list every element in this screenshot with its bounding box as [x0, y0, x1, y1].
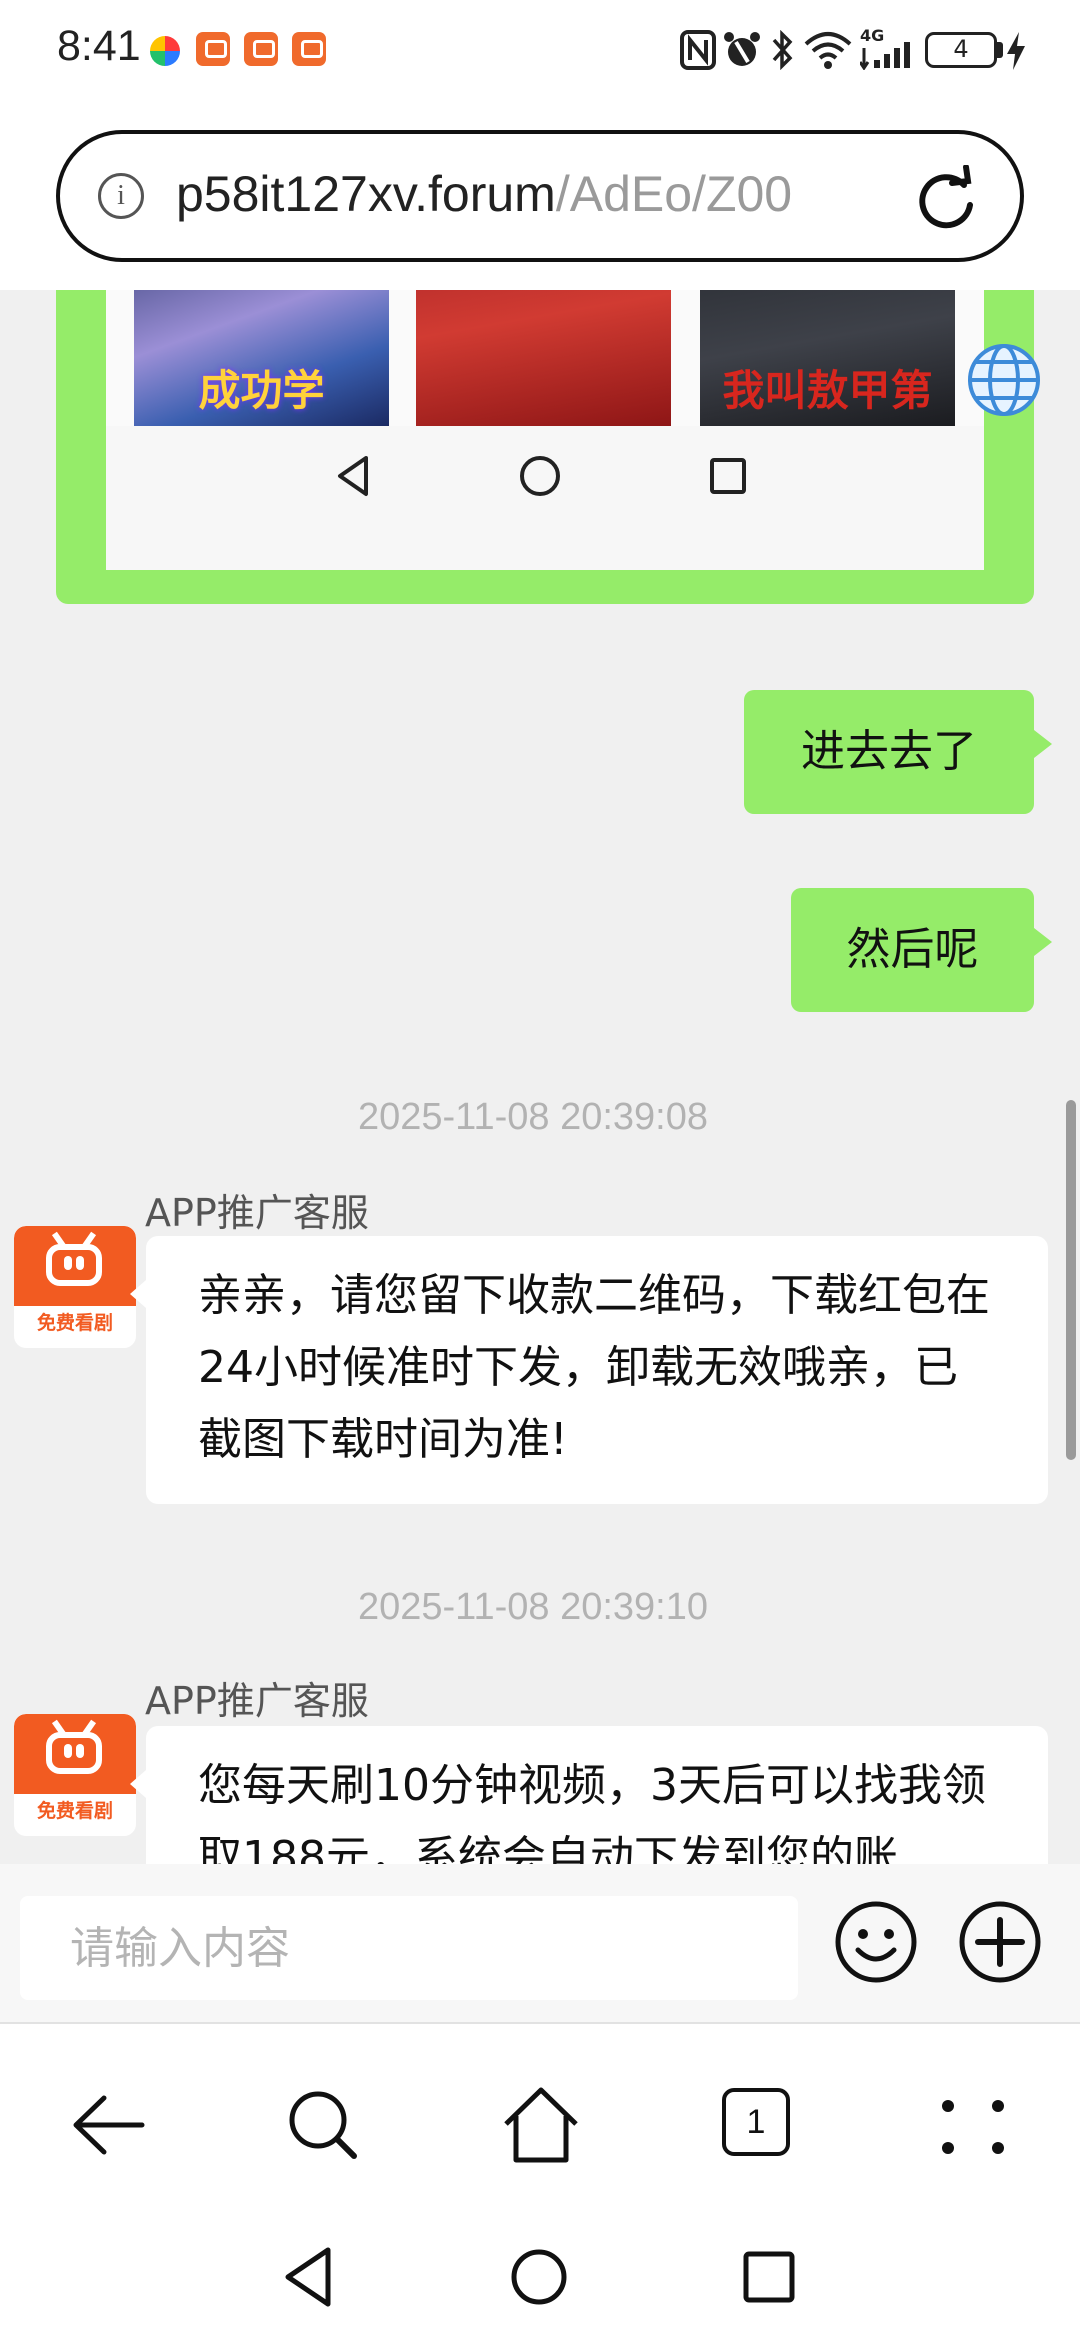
poster-thumbnail: 成功学: [134, 290, 389, 426]
poster-thumbnail: [416, 290, 671, 426]
sender-name: APP推广客服: [145, 1191, 369, 1235]
sent-message-bubble[interactable]: 然后呢: [791, 888, 1052, 1012]
url-text[interactable]: p58it127xv.forum/AdEo/Z00: [176, 165, 792, 223]
avatar[interactable]: 免费看剧: [14, 1714, 136, 1836]
app-notification-icon: [196, 32, 230, 66]
home-icon[interactable]: [496, 2080, 586, 2170]
status-clock: 8:41: [57, 22, 141, 70]
wifi-icon: [804, 32, 852, 69]
battery-icon: 4: [925, 32, 997, 68]
charging-icon: [1007, 32, 1025, 70]
add-attachment-icon[interactable]: [958, 1900, 1042, 1984]
site-info-icon[interactable]: i: [98, 173, 144, 219]
alarm-icon: [724, 32, 760, 66]
message-timestamp: 2025-11-08 20:39:08: [357, 1096, 709, 1138]
back-arrow-icon[interactable]: [64, 2080, 154, 2170]
tv-logo-icon: [14, 1226, 136, 1306]
message-input[interactable]: [20, 1896, 798, 2000]
poster-title: 我叫敖甲第: [722, 366, 933, 415]
tv-logo-icon: [14, 1714, 136, 1794]
sent-message-bubble[interactable]: 进去去了: [744, 690, 1052, 814]
system-recents-icon[interactable]: [734, 2242, 804, 2312]
recents-nav-icon: [710, 458, 746, 494]
back-nav-icon: [338, 456, 368, 496]
poster-thumbnail: 我叫敖甲第: [700, 290, 955, 426]
cellular-signal-icon: [860, 42, 910, 70]
search-icon[interactable]: [278, 2080, 368, 2170]
url-host: p58it127xv.forum: [176, 166, 556, 222]
avatar-label: 免费看剧: [36, 1312, 113, 1334]
received-message-bubble[interactable]: 您每天刷10分钟视频，3天后可以找我领取188元，系统会自动下发到您的账: [130, 1726, 1048, 1864]
poster-title: 成功学: [198, 366, 325, 415]
sender-name: APP推广客服: [145, 1679, 369, 1723]
more-menu-icon[interactable]: [928, 2080, 1018, 2170]
tabs-button[interactable]: 1: [722, 2088, 790, 2156]
system-back-icon[interactable]: [274, 2242, 344, 2312]
system-home-icon[interactable]: [504, 2242, 574, 2312]
avatar-label: 免费看剧: [36, 1800, 113, 1822]
app-notification-icon: [244, 32, 278, 66]
received-message-bubble[interactable]: 亲亲，请您留下收款二维码，下载红包在24小时候准时下发，卸载无效哦亲，已截图下载…: [130, 1236, 1048, 1504]
battery-tip: [997, 42, 1003, 58]
quoted-nav-bar: [106, 426, 984, 570]
app-notification-icon: [150, 36, 180, 66]
screen: 8:41 4G 4 i p58it127xv.forum/AdEo/Z00 成功…: [0, 0, 1080, 2340]
home-nav-icon: [520, 456, 560, 496]
url-path: /AdEo/Z00: [555, 166, 793, 222]
nfc-icon: [680, 30, 716, 70]
globe-icon[interactable]: [966, 342, 1042, 418]
emoji-icon[interactable]: [834, 1900, 918, 1984]
app-notification-icon: [292, 32, 326, 66]
chat-message-list[interactable]: 成功学 我叫敖甲第 进去去了 然后呢 2025-11-08 20:39:08 A…: [0, 290, 1080, 1864]
scrollbar[interactable]: [1066, 1100, 1076, 1460]
message-timestamp: 2025-11-08 20:39:10: [357, 1586, 709, 1628]
bluetooth-icon: [772, 30, 793, 70]
avatar[interactable]: 免费看剧: [14, 1226, 136, 1348]
reload-icon[interactable]: [912, 165, 980, 233]
quoted-screenshot: 成功学 我叫敖甲第: [106, 290, 984, 570]
